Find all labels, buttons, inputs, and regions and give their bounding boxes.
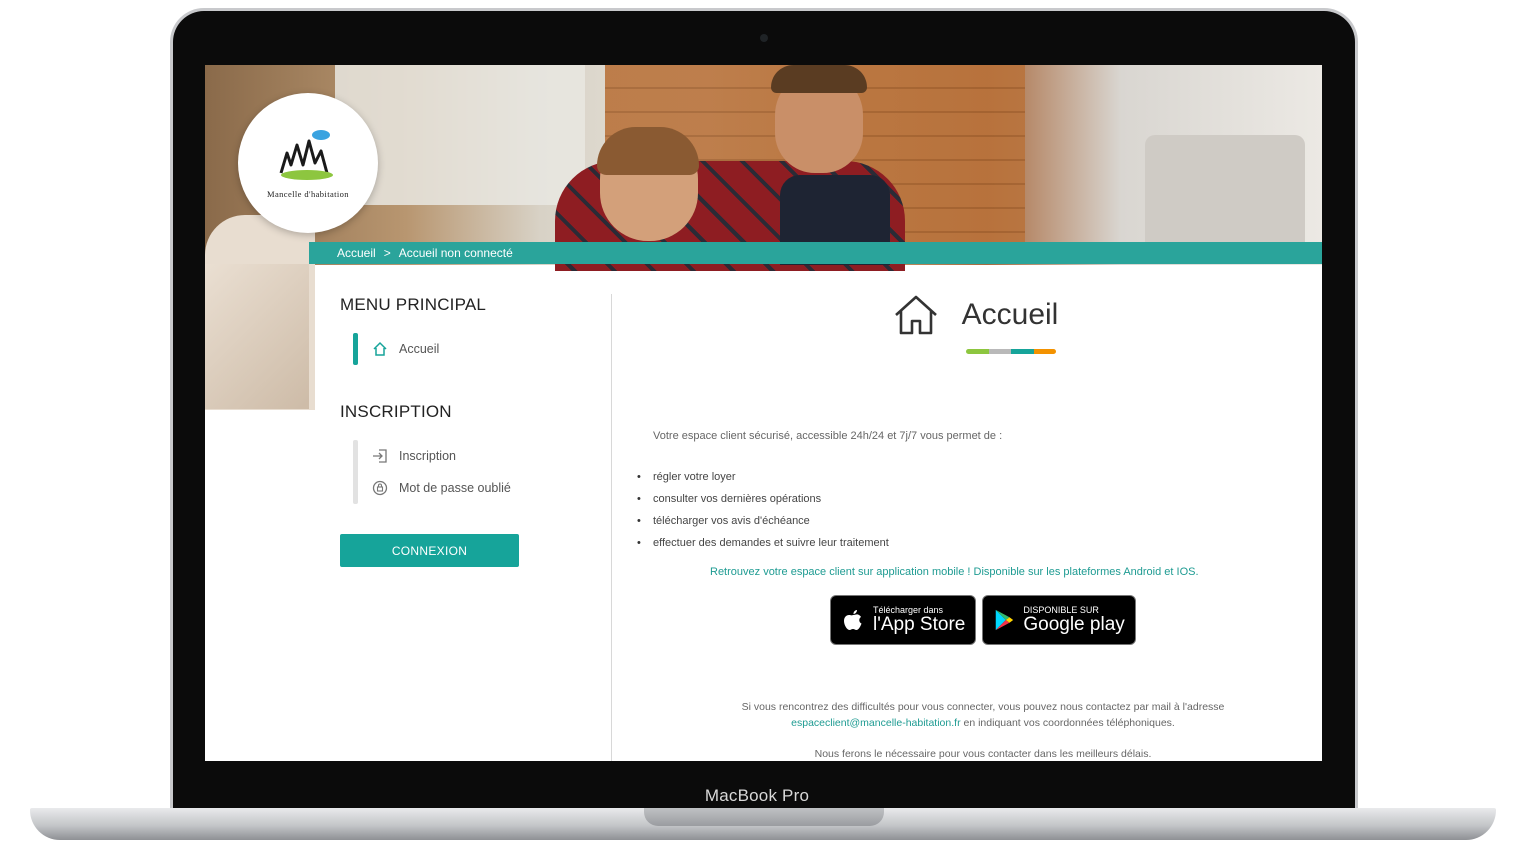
inscription-heading: INSCRIPTION (340, 402, 452, 421)
home-icon (373, 341, 387, 356)
active-indicator (353, 333, 358, 365)
device-label: MacBook Pro (704, 786, 810, 805)
google-play-icon (996, 609, 1014, 631)
inscription-menu: Inscription Mot de passe oublié (353, 440, 610, 504)
logo-text: Mancelle d'habitation (267, 189, 349, 199)
main-menu: Accueil (353, 333, 610, 365)
password-icon (372, 480, 388, 496)
intro-text: Votre espace client sécurisé, accessible… (653, 430, 1003, 442)
help-email-link[interactable]: espaceclient@mancelle-habitation.fr (791, 717, 960, 729)
apple-icon (844, 610, 862, 630)
logo[interactable]: Mancelle d'habitation (238, 93, 378, 233)
app-store-big-text: l'App Store (873, 614, 966, 635)
page-title-row: Accueil (805, 293, 1145, 337)
laptop-notch (644, 808, 884, 826)
menu-heading: MENU PRINCIPAL (340, 295, 487, 314)
breadcrumb-home-link[interactable]: Accueil (337, 246, 376, 260)
sidebar: MENU PRINCIPAL Accueil INSCRIPTION Inscr… (340, 295, 610, 567)
sidebar-item-inscription[interactable]: Inscription (371, 440, 610, 472)
sidebar-item-password[interactable]: Mot de passe oublié (371, 472, 610, 504)
column-divider (611, 294, 612, 761)
app-store-button[interactable]: Télécharger dans l'App Store (830, 595, 977, 645)
sign-in-icon (373, 449, 387, 463)
help-text-suffix: en indiquant vos coordonnées téléphoniqu… (963, 717, 1175, 729)
contact-note: Nous ferons le nécessaire pour vous cont… (814, 748, 1152, 760)
google-play-big-text: Google play (1023, 614, 1125, 635)
list-item: effectuer des demandes et suivre leur tr… (637, 532, 1315, 554)
google-play-button[interactable]: DISPONIBLE SUR Google play (982, 595, 1136, 645)
menu-group-bar (353, 440, 358, 504)
list-item: régler votre loyer (637, 466, 1315, 488)
list-item: consulter vos dernières opérations (637, 488, 1315, 510)
title-accent-bar (966, 349, 1056, 354)
sidebar-item-label: Mot de passe oublié (399, 481, 511, 495)
sidebar-item-label: Inscription (399, 449, 456, 463)
screen: Accueil > Accueil non connecté Mancelle … (205, 65, 1322, 761)
home-icon (894, 295, 937, 335)
list-item: télécharger vos avis d'échéance (637, 510, 1315, 532)
help-text-body: Si vous rencontrez des difficultés pour … (741, 701, 1225, 713)
decorative-strip (205, 264, 309, 409)
breadcrumb-current: Accueil non connecté (398, 246, 513, 260)
feature-list: régler votre loyer consulter vos dernièr… (637, 466, 1315, 554)
help-text: Si vous rencontrez des difficultés pour … (693, 699, 1273, 731)
logo-mark-icon (279, 130, 333, 180)
mobile-app-promo: Retrouvez votre espace client sur applic… (710, 566, 1199, 578)
sidebar-item-label: Accueil (399, 342, 440, 356)
camera (760, 34, 768, 42)
breadcrumb-separator: > (383, 246, 391, 260)
sidebar-item-accueil[interactable]: Accueil (371, 333, 610, 365)
page-title: Accueil (961, 298, 1059, 331)
breadcrumb: Accueil > Accueil non connecté (309, 242, 1322, 264)
main-content: Accueil Votre espace client sécurisé, ac… (625, 293, 1315, 760)
connexion-button[interactable]: CONNEXION (340, 534, 519, 567)
store-badges: Télécharger dans l'App Store DISPONIBLE … (830, 595, 1315, 645)
